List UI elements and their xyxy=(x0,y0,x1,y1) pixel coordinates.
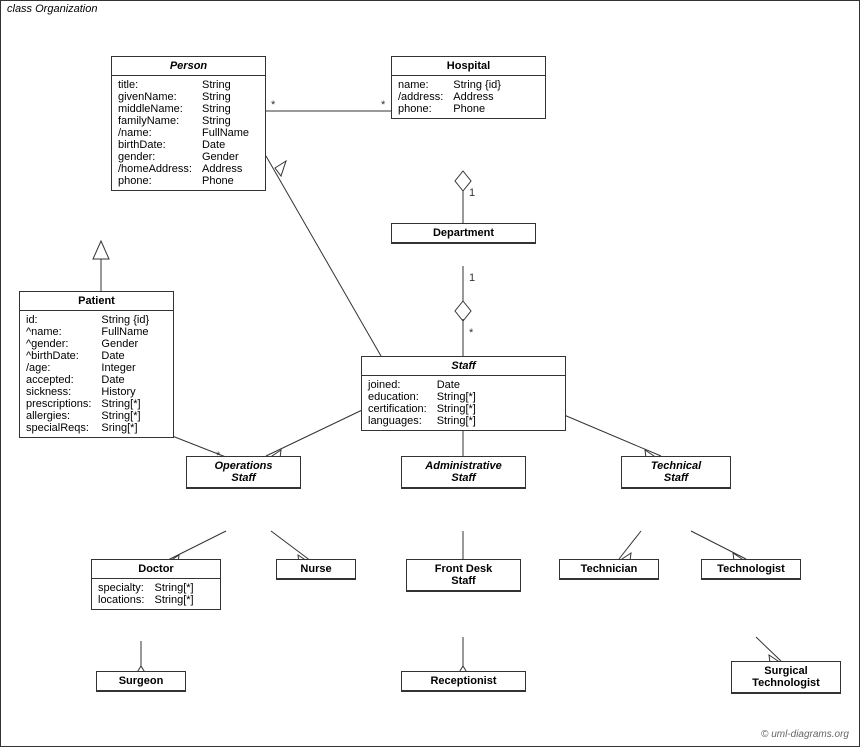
operations-staff-header: OperationsStaff xyxy=(187,457,300,488)
administrative-staff-header: AdministrativeStaff xyxy=(402,457,525,488)
doctor-body: specialty:locations: String[*]String[*] xyxy=(92,579,220,609)
svg-text:*: * xyxy=(381,99,386,111)
staff-header: Staff xyxy=(362,357,565,376)
staff-class: Staff joined:education:certification:lan… xyxy=(361,356,566,431)
receptionist-header: Receptionist xyxy=(402,672,525,691)
technical-staff-header: TechnicalStaff xyxy=(622,457,730,488)
technologist-class: Technologist xyxy=(701,559,801,580)
nurse-class: Nurse xyxy=(276,559,356,580)
front-desk-staff-class: Front DeskStaff xyxy=(406,559,521,592)
svg-text:*: * xyxy=(271,99,276,111)
copyright: © uml-diagrams.org xyxy=(761,729,849,740)
hospital-header: Hospital xyxy=(392,57,545,76)
technician-header: Technician xyxy=(560,560,658,579)
person-header: Person xyxy=(112,57,265,76)
surgical-technologist-class: SurgicalTechnologist xyxy=(731,661,841,694)
surgeon-header: Surgeon xyxy=(97,672,185,691)
hospital-body: name:/address:phone: String {id}AddressP… xyxy=(392,76,545,118)
patient-class: Patient id:^name:^gender:^birthDate:/age… xyxy=(19,291,174,438)
uml-diagram: class Organization * * 1 * 1 * * * xyxy=(0,0,860,747)
doctor-class: Doctor specialty:locations: String[*]Str… xyxy=(91,559,221,610)
department-class: Department xyxy=(391,223,536,244)
department-header: Department xyxy=(392,224,535,243)
svg-text:1: 1 xyxy=(469,187,475,199)
patient-header: Patient xyxy=(20,292,173,311)
svg-text:*: * xyxy=(469,327,474,339)
administrative-staff-class: AdministrativeStaff xyxy=(401,456,526,489)
patient-body: id:^name:^gender:^birthDate:/age:accepte… xyxy=(20,311,173,437)
hospital-class: Hospital name:/address:phone: String {id… xyxy=(391,56,546,119)
receptionist-class: Receptionist xyxy=(401,671,526,692)
doctor-header: Doctor xyxy=(92,560,220,579)
surgical-technologist-header: SurgicalTechnologist xyxy=(732,662,840,693)
technician-class: Technician xyxy=(559,559,659,580)
surgeon-class: Surgeon xyxy=(96,671,186,692)
svg-text:1: 1 xyxy=(469,272,475,284)
technologist-header: Technologist xyxy=(702,560,800,579)
technical-staff-class: TechnicalStaff xyxy=(621,456,731,489)
front-desk-staff-header: Front DeskStaff xyxy=(407,560,520,591)
nurse-header: Nurse xyxy=(277,560,355,579)
operations-staff-class: OperationsStaff xyxy=(186,456,301,489)
staff-body: joined:education:certification:languages… xyxy=(362,376,565,430)
diagram-title: class Organization xyxy=(7,3,98,15)
person-body: title:givenName:middleName:familyName:/n… xyxy=(112,76,265,190)
person-class: Person title:givenName:middleName:family… xyxy=(111,56,266,191)
